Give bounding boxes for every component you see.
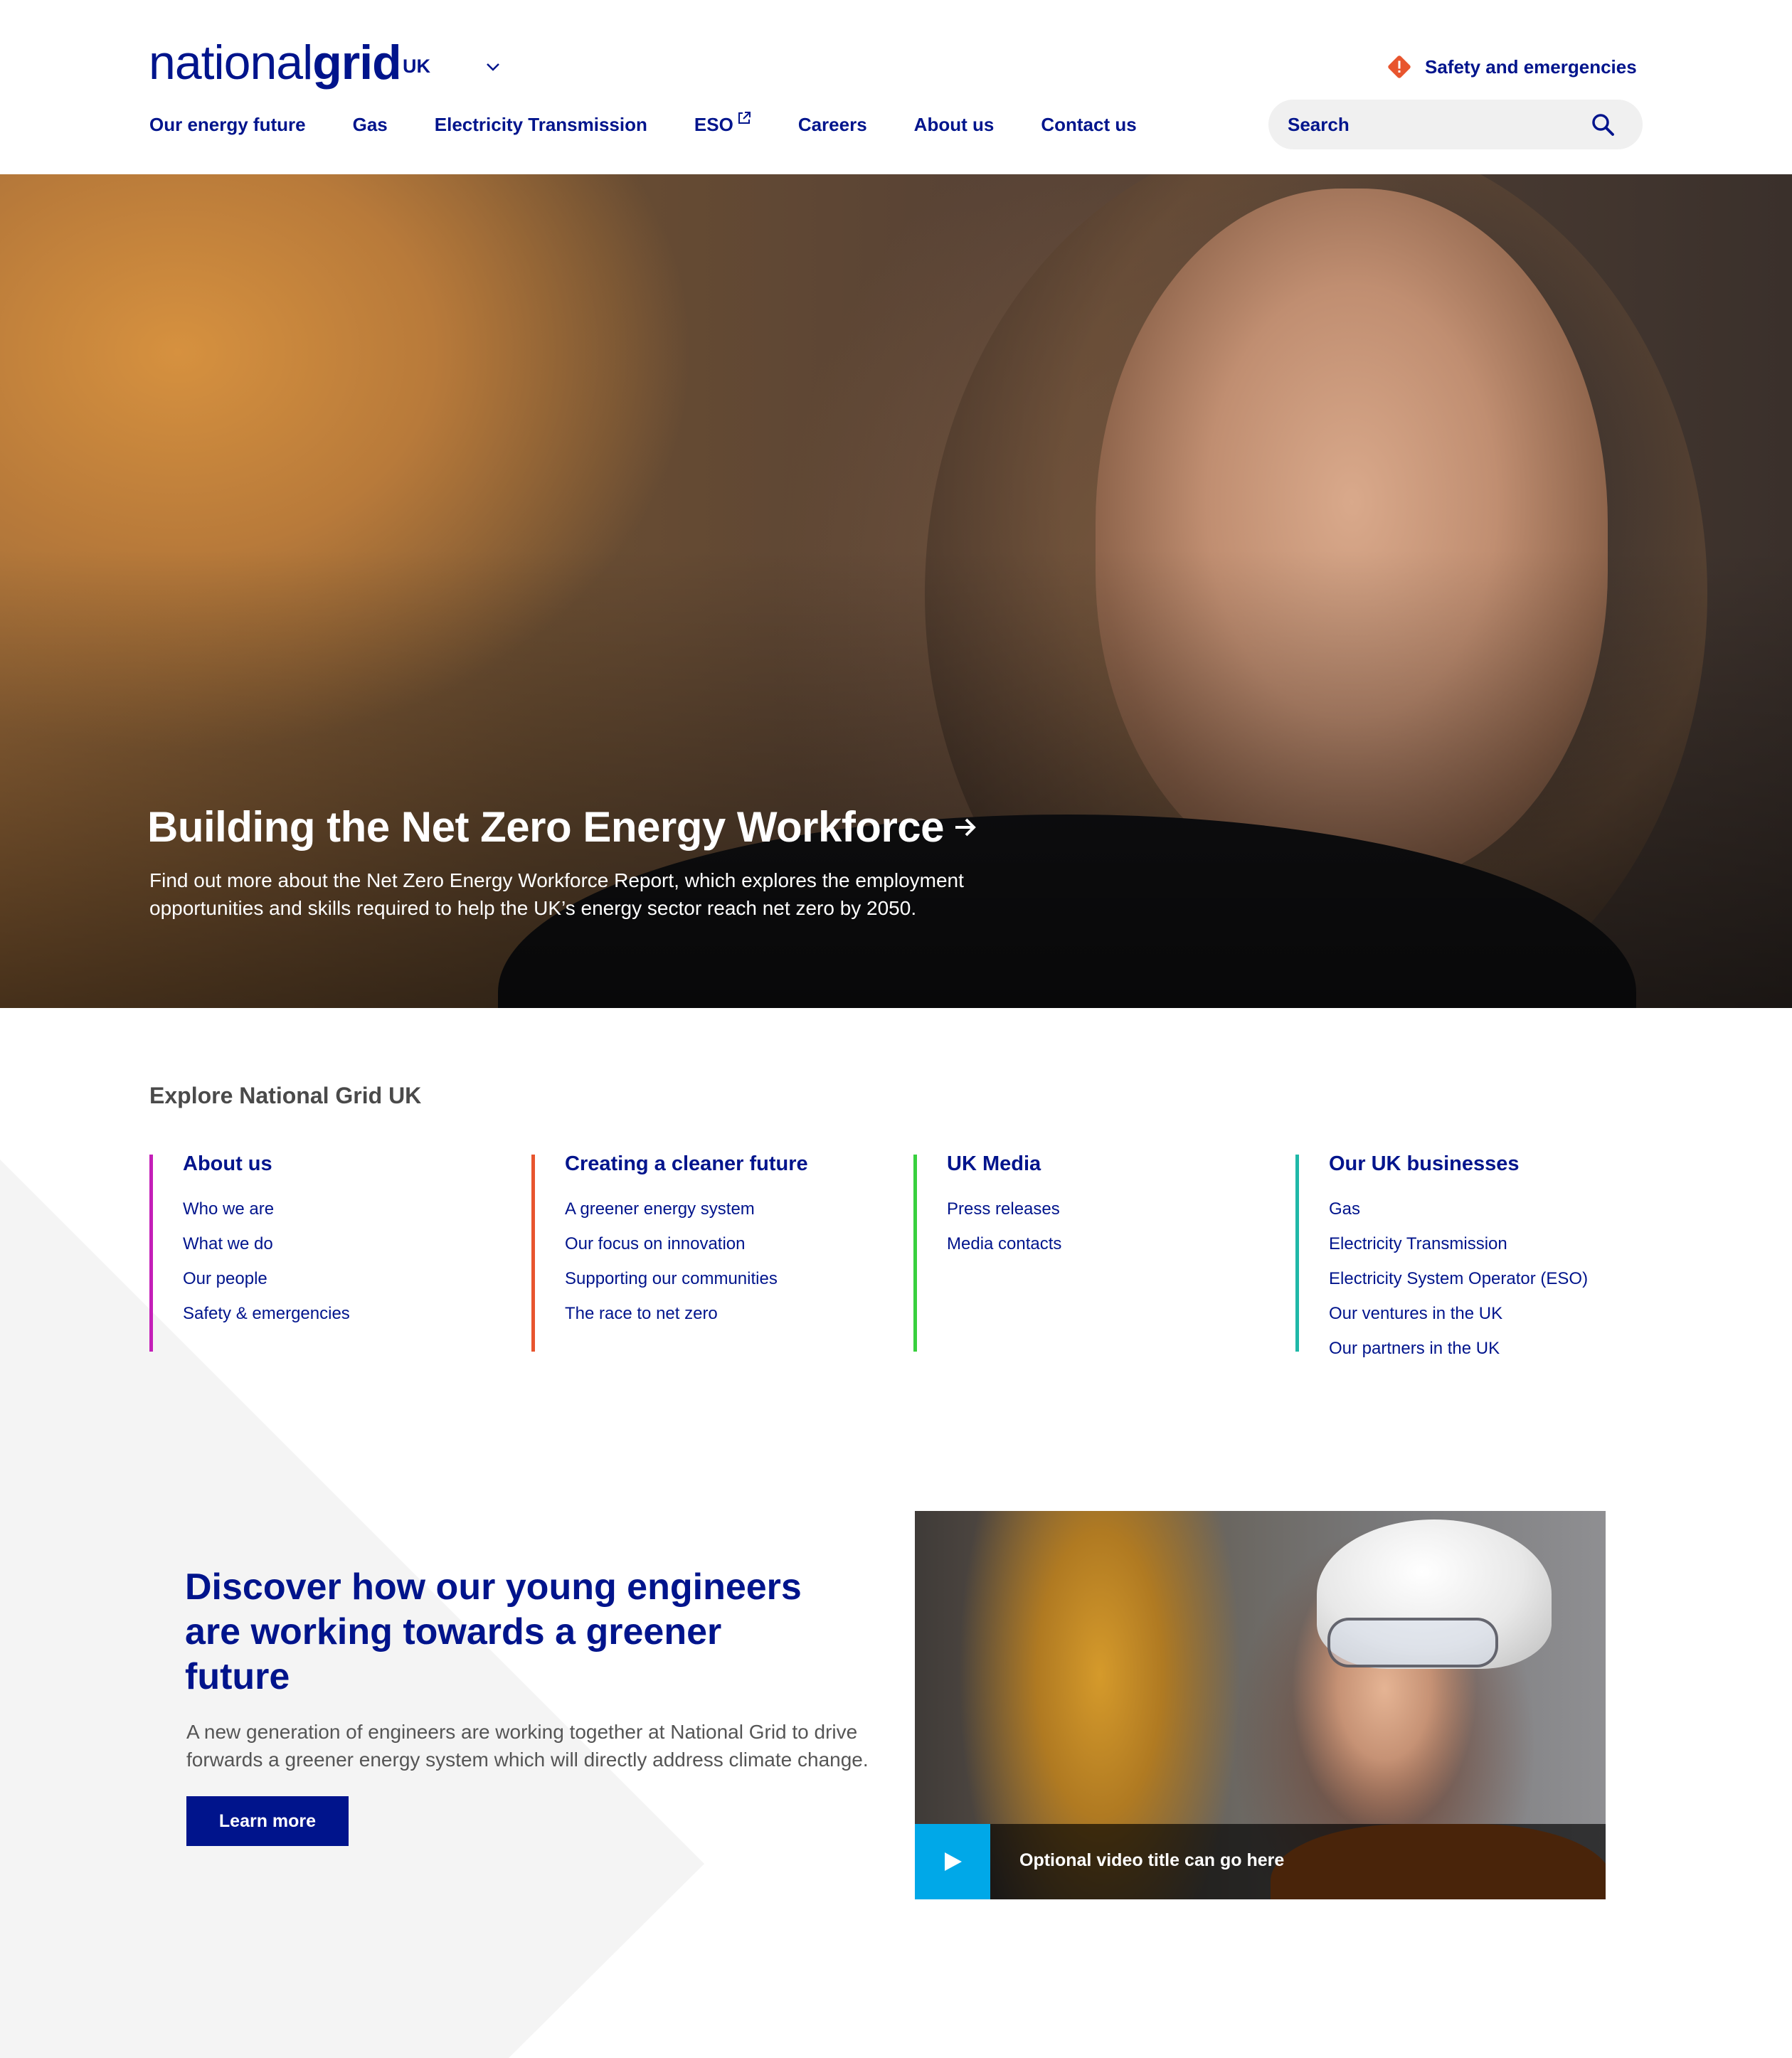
- hero-title-link[interactable]: Building the Net Zero Energy Workforce: [147, 802, 980, 852]
- link-focus-on-innovation[interactable]: Our focus on innovation: [565, 1226, 808, 1261]
- search-input[interactable]: [1288, 100, 1586, 149]
- hero-description: Find out more about the Net Zero Energy …: [149, 869, 964, 919]
- search-icon[interactable]: [1590, 112, 1616, 137]
- play-button[interactable]: [915, 1824, 990, 1899]
- explore-column-cleaner-future: Creating a cleaner future A greener ener…: [531, 1154, 808, 1352]
- link-ventures-uk[interactable]: Our ventures in the UK: [1329, 1296, 1588, 1331]
- link-electricity-transmission[interactable]: Electricity Transmission: [1329, 1226, 1588, 1261]
- nav-gas[interactable]: Gas: [353, 114, 388, 136]
- site-header: nationalgrid UK Safety and emergencies O…: [0, 0, 1792, 174]
- link-media-contacts[interactable]: Media contacts: [947, 1226, 1061, 1261]
- logo-text-grid: grid: [312, 36, 401, 90]
- column-title[interactable]: Creating a cleaner future: [565, 1154, 808, 1174]
- link-gas[interactable]: Gas: [1329, 1192, 1588, 1226]
- promo-description: A new generation of engineers are workin…: [186, 1721, 869, 1771]
- play-icon: [945, 1852, 962, 1871]
- link-press-releases[interactable]: Press releases: [947, 1192, 1061, 1226]
- link-greener-energy-system[interactable]: A greener energy system: [565, 1192, 808, 1226]
- hero-title: Building the Net Zero Energy Workforce: [147, 803, 945, 851]
- video-title: Optional video title can go here: [1019, 1850, 1285, 1870]
- search-box: [1268, 100, 1643, 149]
- main-nav: Our energy future Gas Electricity Transm…: [149, 112, 1184, 136]
- nav-eso[interactable]: ESO: [694, 112, 751, 136]
- nav-our-energy-future[interactable]: Our energy future: [149, 114, 306, 136]
- chevron-down-icon[interactable]: [484, 60, 502, 74]
- link-what-we-do[interactable]: What we do: [183, 1226, 350, 1261]
- arrow-right-icon: [955, 818, 976, 836]
- explore-heading: Explore National Grid UK: [149, 1083, 422, 1108]
- nav-careers[interactable]: Careers: [798, 114, 867, 136]
- promo-title: Discover how our young engineers are wor…: [185, 1566, 802, 1697]
- link-partners-uk[interactable]: Our partners in the UK: [1329, 1331, 1588, 1366]
- column-title[interactable]: Our UK businesses: [1329, 1154, 1588, 1174]
- safety-label: Safety and emergencies: [1425, 55, 1637, 78]
- video-player[interactable]: Optional video title can go here: [915, 1511, 1606, 1899]
- region-selector[interactable]: UK: [403, 55, 430, 78]
- explore-column-uk-businesses: Our UK businesses Gas Electricity Transm…: [1295, 1154, 1588, 1358]
- link-who-we-are[interactable]: Who we are: [183, 1192, 350, 1226]
- video-thumbnail-glasses: [1327, 1618, 1498, 1667]
- link-safety-emergencies[interactable]: Safety & emergencies: [183, 1296, 350, 1331]
- nav-contact-us[interactable]: Contact us: [1041, 114, 1136, 136]
- logo-text-national: national: [149, 36, 313, 90]
- safety-emergencies-link[interactable]: Safety and emergencies: [1387, 54, 1637, 80]
- warning-diamond-icon: [1388, 55, 1411, 78]
- column-title[interactable]: About us: [183, 1154, 350, 1174]
- link-race-to-net-zero[interactable]: The race to net zero: [565, 1296, 808, 1331]
- learn-more-button[interactable]: Learn more: [186, 1796, 349, 1846]
- column-title[interactable]: UK Media: [947, 1154, 1061, 1174]
- external-link-icon: [738, 112, 751, 124]
- link-supporting-communities[interactable]: Supporting our communities: [565, 1261, 808, 1296]
- nav-about-us[interactable]: About us: [914, 114, 995, 136]
- nav-electricity-transmission[interactable]: Electricity Transmission: [435, 114, 647, 136]
- link-our-people[interactable]: Our people: [183, 1261, 350, 1296]
- national-grid-logo[interactable]: nationalgrid: [149, 34, 402, 91]
- link-electricity-system-operator[interactable]: Electricity System Operator (ESO): [1329, 1261, 1588, 1296]
- explore-column-about-us: About us Who we are What we do Our peopl…: [149, 1154, 350, 1352]
- explore-column-uk-media: UK Media Press releases Media contacts: [913, 1154, 1061, 1352]
- nav-eso-label: ESO: [694, 114, 733, 135]
